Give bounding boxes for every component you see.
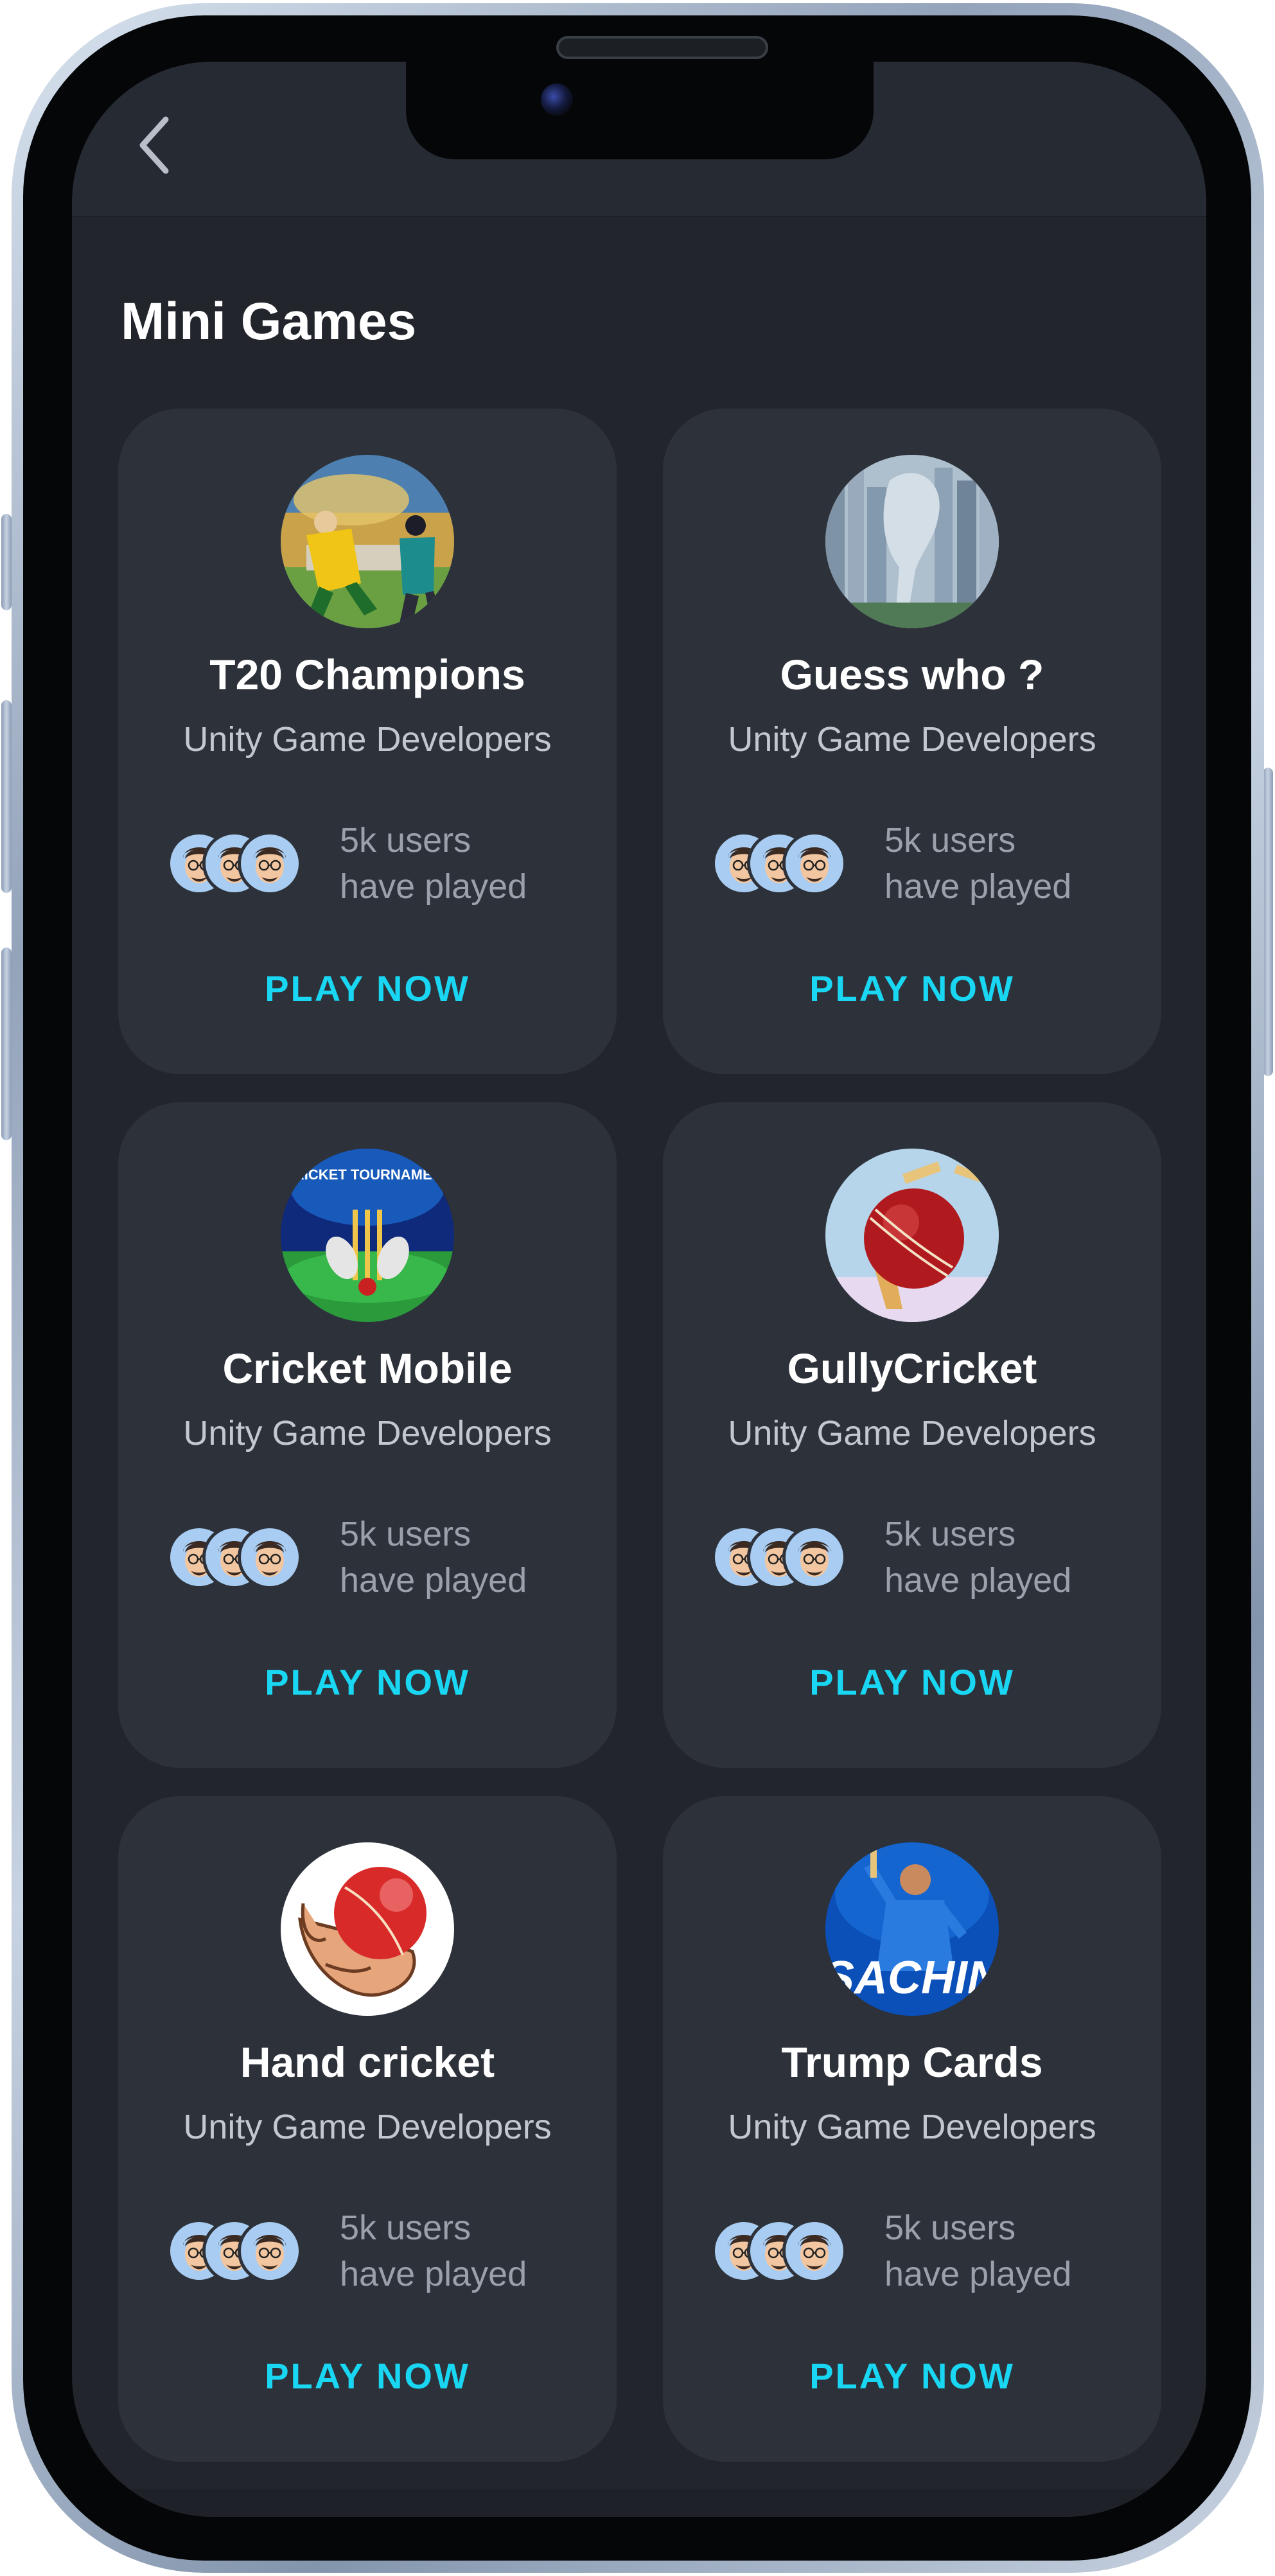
player-avatars xyxy=(712,831,853,898)
game-developer: Unity Game Developers xyxy=(183,2108,552,2146)
avatar xyxy=(782,2219,847,2283)
player-avatars xyxy=(167,1525,308,1592)
play-now-button[interactable]: PLAY NOW xyxy=(663,967,1161,1009)
play-now-button[interactable]: PLAY NOW xyxy=(663,1661,1161,1703)
power-button xyxy=(1263,768,1273,1076)
players-count: 5k users have played xyxy=(340,2205,527,2297)
game-developer: Unity Game Developers xyxy=(728,720,1096,759)
game-card-hand-cricket[interactable]: Hand cricket Unity Game Developers 5k us… xyxy=(118,1796,617,2462)
players-count-suffix: have played xyxy=(884,2255,1072,2293)
players-count-suffix: have played xyxy=(340,1561,527,1600)
t20-champions-thumbnail xyxy=(281,455,454,628)
game-developer: Unity Game Developers xyxy=(728,2108,1096,2146)
game-developer: Unity Game Developers xyxy=(183,1414,552,1452)
players-count-line: 5k users xyxy=(884,821,1016,860)
game-title: T20 Champions xyxy=(209,651,525,698)
cricket-mobile-thumbnail: CRICKET TOURNAMENT xyxy=(281,1149,454,1322)
play-now-button[interactable]: PLAY NOW xyxy=(663,2355,1161,2397)
players-count-line: 5k users xyxy=(340,2209,471,2247)
earpiece-speaker xyxy=(556,36,768,59)
player-avatars xyxy=(167,2219,308,2286)
players-count-suffix: have played xyxy=(884,1561,1072,1600)
thumbnail-caption: SACHIN xyxy=(825,1952,999,2004)
player-avatars xyxy=(712,1525,853,1592)
thumbnail-caption: CRICKET TOURNAMENT xyxy=(284,1167,451,1183)
players-count: 5k users have played xyxy=(340,817,527,910)
game-title: GullyCricket xyxy=(787,1345,1037,1392)
bottom-safe-area xyxy=(72,2489,1206,2517)
game-developer: Unity Game Developers xyxy=(728,1414,1096,1452)
avatar xyxy=(238,831,302,895)
hand-cricket-thumbnail xyxy=(281,1842,454,2016)
players-count-line: 5k users xyxy=(884,1515,1016,1553)
player-avatars xyxy=(712,2219,853,2286)
volume-up-button xyxy=(1,700,12,893)
game-title: Trump Cards xyxy=(781,2038,1043,2086)
players-count-suffix: have played xyxy=(884,867,1072,906)
game-card-guess-who[interactable]: Guess who ? Unity Game Developers 5k use… xyxy=(663,409,1161,1074)
app-screen: Mini Games T20 Champions Unity Game Deve… xyxy=(72,62,1206,2517)
players-count-suffix: have played xyxy=(340,2255,527,2293)
players-count-line: 5k users xyxy=(340,821,471,860)
game-developer: Unity Game Developers xyxy=(183,720,552,759)
avatar xyxy=(238,2219,302,2283)
game-card-gully-cricket[interactable]: GullyCricket Unity Game Developers 5k us… xyxy=(663,1102,1161,1768)
play-now-button[interactable]: PLAY NOW xyxy=(118,1661,617,1703)
player-avatars xyxy=(167,831,308,898)
game-card-trump-cards[interactable]: SACHIN Trump Cards Unity Game Developers… xyxy=(663,1796,1161,2462)
game-title: Guess who ? xyxy=(780,651,1044,698)
players-count: 5k users have played xyxy=(340,1511,527,1603)
back-button[interactable] xyxy=(128,113,180,177)
players-count-line: 5k users xyxy=(340,1515,471,1553)
avatar xyxy=(782,831,847,895)
players-count: 5k users have played xyxy=(884,817,1071,910)
gully-cricket-thumbnail xyxy=(825,1149,999,1322)
play-now-button[interactable]: PLAY NOW xyxy=(118,967,617,1009)
players-count: 5k users have played xyxy=(884,2205,1071,2297)
page-title: Mini Games xyxy=(121,292,417,351)
players-count-suffix: have played xyxy=(340,867,527,906)
game-card-cricket-mobile[interactable]: CRICKET TOURNAMENT Cricket Mobile Unity … xyxy=(118,1102,617,1768)
guess-who-thumbnail xyxy=(825,455,999,628)
front-camera-icon xyxy=(541,84,573,116)
camera-notch xyxy=(406,62,874,159)
mute-switch xyxy=(1,514,12,610)
play-now-button[interactable]: PLAY NOW xyxy=(118,2355,617,2397)
game-card-t20-champions[interactable]: T20 Champions Unity Game Developers 5k u… xyxy=(118,409,617,1074)
game-title: Cricket Mobile xyxy=(222,1345,513,1392)
players-count: 5k users have played xyxy=(884,1511,1071,1603)
players-count-line: 5k users xyxy=(884,2209,1016,2247)
avatar xyxy=(782,1525,847,1589)
trump-cards-thumbnail: SACHIN xyxy=(825,1842,999,2016)
volume-down-button xyxy=(1,948,12,1140)
avatar xyxy=(238,1525,302,1589)
game-title: Hand cricket xyxy=(240,2038,495,2086)
chevron-left-icon xyxy=(139,116,169,174)
